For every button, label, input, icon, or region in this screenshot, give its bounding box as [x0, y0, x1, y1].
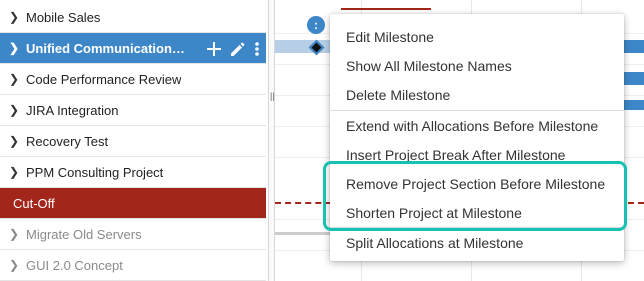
- chevron-right-icon[interactable]: ❯: [9, 228, 21, 240]
- project-row-jira-integration[interactable]: ❯ JIRA Integration: [0, 95, 266, 126]
- panel-splitter[interactable]: ||: [268, 0, 275, 281]
- milestone-context-menu: Edit Milestone Show All Milestone Names …: [330, 14, 624, 261]
- project-label: GUI 2.0 Concept: [26, 257, 123, 273]
- project-list: ❯ Mobile Sales ❯ Unified Communications …: [0, 0, 268, 281]
- plus-icon[interactable]: [206, 41, 222, 57]
- project-row-mobile-sales[interactable]: ❯ Mobile Sales: [0, 2, 266, 33]
- project-row-unified-communications[interactable]: ❯ Unified Communications ...: [0, 33, 266, 64]
- menu-item-shorten-project[interactable]: Shorten Project at Milestone: [330, 198, 624, 227]
- project-label: Unified Communications ...: [26, 40, 186, 56]
- project-row-ppm-consulting[interactable]: ❯ PPM Consulting Project: [0, 157, 266, 188]
- project-label: PPM Consulting Project: [26, 164, 164, 180]
- menu-item-split-allocations[interactable]: Split Allocations at Milestone: [330, 228, 624, 257]
- cutoff-row[interactable]: Cut-Off: [0, 188, 266, 219]
- chevron-right-icon[interactable]: ❯: [9, 42, 21, 54]
- chevron-right-icon[interactable]: ❯: [9, 259, 21, 271]
- project-row-code-performance-review[interactable]: ❯ Code Performance Review: [0, 64, 266, 95]
- project-row-gui-concept[interactable]: ❯ GUI 2.0 Concept: [0, 250, 266, 281]
- project-bar-outline: [341, 8, 431, 10]
- splitter-grip[interactable]: ||: [270, 91, 275, 101]
- chevron-right-icon[interactable]: ❯: [9, 11, 21, 23]
- more-vertical-icon[interactable]: [254, 41, 260, 57]
- menu-item-show-all-milestone-names[interactable]: Show All Milestone Names: [330, 51, 624, 80]
- menu-item-insert-project-break[interactable]: Insert Project Break After Milestone: [330, 140, 624, 169]
- project-label: Recovery Test: [26, 133, 109, 149]
- row-actions: [206, 33, 260, 64]
- menu-item-delete-milestone[interactable]: Delete Milestone: [330, 80, 624, 109]
- milestone-menu-icon[interactable]: :: [307, 16, 325, 34]
- project-label: Code Performance Review: [26, 71, 182, 87]
- chevron-right-icon[interactable]: ❯: [9, 135, 21, 147]
- project-label: Mobile Sales: [26, 9, 101, 25]
- chevron-right-icon[interactable]: ❯: [9, 166, 21, 178]
- project-label: Migrate Old Servers: [26, 226, 142, 242]
- chevron-right-icon[interactable]: ❯: [9, 73, 21, 85]
- menu-item-edit-milestone[interactable]: Edit Milestone: [330, 22, 624, 51]
- project-bar-outline: [275, 232, 335, 235]
- project-row-migrate-old-servers[interactable]: ❯ Migrate Old Servers: [0, 219, 266, 250]
- cutoff-label: Cut-Off: [13, 195, 55, 211]
- chevron-right-icon[interactable]: ❯: [9, 104, 21, 116]
- pencil-icon[interactable]: [230, 41, 246, 57]
- menu-item-remove-project-section[interactable]: Remove Project Section Before Milestone: [330, 169, 624, 198]
- project-label: JIRA Integration: [26, 102, 119, 118]
- project-row-recovery-test[interactable]: ❯ Recovery Test: [0, 126, 266, 157]
- menu-item-extend-with-allocations[interactable]: Extend with Allocations Before Milestone: [330, 111, 624, 140]
